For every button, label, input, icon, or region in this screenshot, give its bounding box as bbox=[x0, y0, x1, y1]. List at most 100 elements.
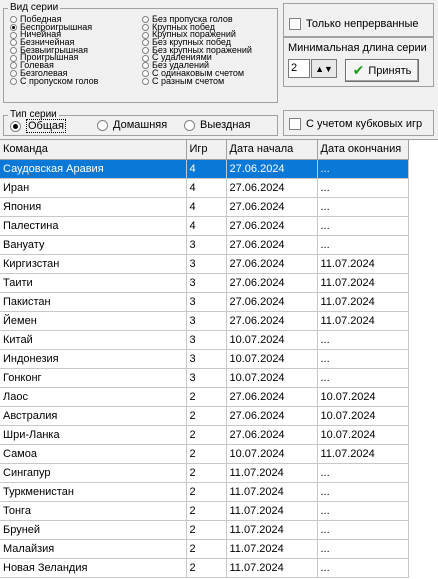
radio-icon[interactable] bbox=[142, 16, 149, 24]
series-type-option-0[interactable]: Общая bbox=[10, 119, 66, 133]
table-row[interactable]: Вануату 3 27.06.2024... bbox=[0, 235, 409, 255]
table-row[interactable]: Австралия 2 27.06.2024 10.07.2024 bbox=[0, 406, 409, 426]
cell-games[interactable]: 4 bbox=[186, 159, 227, 179]
radio-icon[interactable] bbox=[10, 54, 17, 62]
cell-start-date[interactable]: 10.07.2024 bbox=[226, 368, 318, 388]
radio-selected-icon[interactable] bbox=[10, 24, 17, 32]
cell-end-date[interactable]: ... bbox=[317, 368, 409, 388]
cups-checkbox[interactable]: С учетом кубковых игр bbox=[289, 118, 422, 130]
table-row[interactable]: Малайзия 2 11.07.2024... bbox=[0, 539, 409, 559]
radio-icon[interactable] bbox=[142, 62, 149, 70]
cell-games[interactable]: 2 bbox=[186, 406, 227, 426]
column-header-team[interactable]: Команда bbox=[0, 140, 187, 160]
table-row[interactable]: Бруней 2 11.07.2024... bbox=[0, 520, 409, 540]
table-row[interactable]: Гонконг 3 10.07.2024... bbox=[0, 368, 409, 388]
min-length-input[interactable]: 2 bbox=[288, 59, 310, 78]
radio-icon[interactable] bbox=[142, 70, 149, 78]
cell-team[interactable]: Саудовская Аравия bbox=[0, 159, 187, 179]
cell-team[interactable]: Пакистан bbox=[0, 292, 187, 312]
cell-games[interactable]: 3 bbox=[186, 292, 227, 312]
spinner-up-down-icon[interactable]: ▲▼ bbox=[315, 64, 333, 74]
cell-games[interactable]: 2 bbox=[186, 558, 227, 578]
table-row[interactable]: Китай 3 10.07.2024... bbox=[0, 330, 409, 350]
cell-team[interactable]: Йемен bbox=[0, 311, 187, 331]
table-row[interactable]: Таити 3 27.06.2024 11.07.2024 bbox=[0, 273, 409, 293]
radio-icon[interactable] bbox=[142, 31, 149, 39]
cell-games[interactable]: 2 bbox=[186, 425, 227, 445]
cell-games[interactable]: 3 bbox=[186, 349, 227, 369]
series-type-option-2[interactable]: Выездная bbox=[184, 119, 251, 131]
cell-start-date[interactable]: 11.07.2024 bbox=[226, 463, 318, 483]
cell-end-date[interactable]: 10.07.2024 bbox=[317, 425, 409, 445]
accept-button[interactable]: ✔ Принять bbox=[345, 59, 419, 82]
cell-team[interactable]: Гонконг bbox=[0, 368, 187, 388]
radio-icon[interactable] bbox=[10, 47, 17, 55]
cell-games[interactable]: 2 bbox=[186, 387, 227, 407]
cell-start-date[interactable]: 27.06.2024 bbox=[226, 292, 318, 312]
cell-team[interactable]: Таити bbox=[0, 273, 187, 293]
cell-start-date[interactable]: 27.06.2024 bbox=[226, 216, 318, 236]
cell-end-date[interactable]: ... bbox=[317, 159, 409, 179]
radio-icon[interactable] bbox=[142, 24, 149, 32]
cell-start-date[interactable]: 10.07.2024 bbox=[226, 330, 318, 350]
radio-icon[interactable] bbox=[10, 70, 17, 78]
cell-start-date[interactable]: 27.06.2024 bbox=[226, 159, 318, 179]
cell-team[interactable]: Сингапур bbox=[0, 463, 187, 483]
cell-start-date[interactable]: 11.07.2024 bbox=[226, 482, 318, 502]
cell-end-date[interactable]: 11.07.2024 bbox=[317, 254, 409, 274]
cell-end-date[interactable]: ... bbox=[317, 501, 409, 521]
cell-games[interactable]: 2 bbox=[186, 501, 227, 521]
cell-end-date[interactable]: 10.07.2024 bbox=[317, 406, 409, 426]
table-row[interactable]: Лаос 2 27.06.2024 10.07.2024 bbox=[0, 387, 409, 407]
cell-team[interactable]: Киргизстан bbox=[0, 254, 187, 274]
cell-games[interactable]: 3 bbox=[186, 311, 227, 331]
cell-team[interactable]: Япония bbox=[0, 197, 187, 217]
cell-team[interactable]: Индонезия bbox=[0, 349, 187, 369]
cell-start-date[interactable]: 11.07.2024 bbox=[226, 558, 318, 578]
continuous-only-checkbox[interactable]: Только непрерванные bbox=[289, 18, 419, 30]
cell-start-date[interactable]: 11.07.2024 bbox=[226, 520, 318, 540]
cell-team[interactable]: Бруней bbox=[0, 520, 187, 540]
cups-check-box[interactable] bbox=[289, 118, 301, 130]
cell-team[interactable]: Иран bbox=[0, 178, 187, 198]
cell-team[interactable]: Тонга bbox=[0, 501, 187, 521]
cell-end-date[interactable]: ... bbox=[317, 216, 409, 236]
radio-icon[interactable] bbox=[10, 31, 17, 39]
cell-start-date[interactable]: 27.06.2024 bbox=[226, 425, 318, 445]
cell-team[interactable]: Палестина bbox=[0, 216, 187, 236]
cell-end-date[interactable]: ... bbox=[317, 330, 409, 350]
cell-end-date[interactable]: 11.07.2024 bbox=[317, 273, 409, 293]
radio-icon[interactable] bbox=[10, 16, 17, 24]
cell-end-date[interactable]: ... bbox=[317, 197, 409, 217]
table-row[interactable]: Япония 4 27.06.2024... bbox=[0, 197, 409, 217]
cell-end-date[interactable]: ... bbox=[317, 482, 409, 502]
continuous-only-check-box[interactable] bbox=[289, 18, 301, 30]
cell-team[interactable]: Туркменистан bbox=[0, 482, 187, 502]
series-type-option-1[interactable]: Домашняя bbox=[97, 119, 167, 131]
table-row[interactable]: Сингапур 2 11.07.2024... bbox=[0, 463, 409, 483]
cell-end-date[interactable]: ... bbox=[317, 520, 409, 540]
radio-icon[interactable] bbox=[10, 39, 17, 47]
cell-start-date[interactable]: 27.06.2024 bbox=[226, 254, 318, 274]
table-row[interactable]: Новая Зеландия 2 11.07.2024... bbox=[0, 558, 409, 578]
cell-start-date[interactable]: 27.06.2024 bbox=[226, 311, 318, 331]
radio-icon[interactable] bbox=[142, 47, 149, 55]
cell-end-date[interactable]: ... bbox=[317, 558, 409, 578]
cell-start-date[interactable]: 27.06.2024 bbox=[226, 406, 318, 426]
cell-games[interactable]: 2 bbox=[186, 520, 227, 540]
cell-team[interactable]: Вануату bbox=[0, 235, 187, 255]
cell-games[interactable]: 2 bbox=[186, 463, 227, 483]
table-row[interactable]: Иран 4 27.06.2024... bbox=[0, 178, 409, 198]
cell-start-date[interactable]: 11.07.2024 bbox=[226, 501, 318, 521]
radio-icon[interactable] bbox=[97, 119, 108, 131]
cell-games[interactable]: 4 bbox=[186, 197, 227, 217]
cell-team[interactable]: Шри-Ланка bbox=[0, 425, 187, 445]
cell-games[interactable]: 4 bbox=[186, 216, 227, 236]
cell-start-date[interactable]: 27.06.2024 bbox=[226, 273, 318, 293]
table-row[interactable]: Самоа 2 10.07.2024 11.07.2024 bbox=[0, 444, 409, 464]
table-row[interactable]: Индонезия 3 10.07.2024... bbox=[0, 349, 409, 369]
radio-icon[interactable] bbox=[184, 119, 195, 131]
radio-icon[interactable] bbox=[142, 77, 149, 85]
column-header-start-date[interactable]: Дата начала bbox=[226, 140, 318, 160]
table-row[interactable]: Тонга 2 11.07.2024... bbox=[0, 501, 409, 521]
